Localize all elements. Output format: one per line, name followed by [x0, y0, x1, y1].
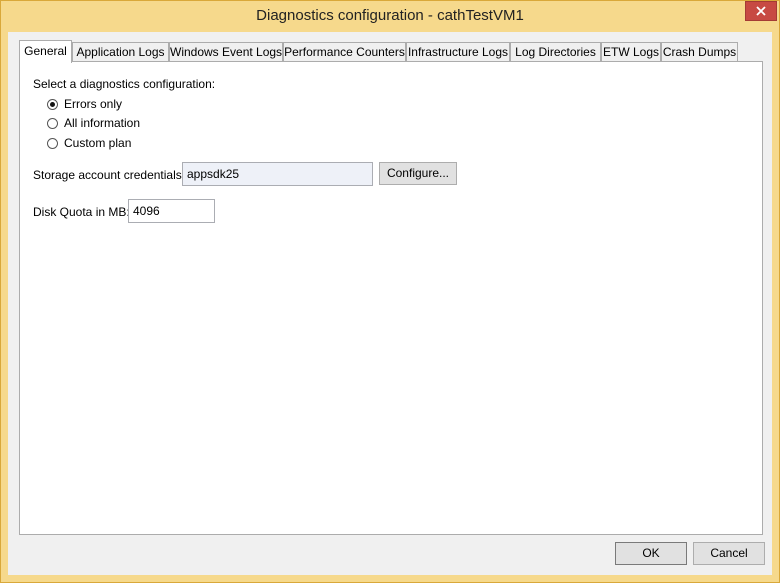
configure-button[interactable]: Configure...: [379, 162, 457, 185]
window-title: Diagnostics configuration - cathTestVM1: [256, 7, 524, 24]
dialog-client-area: General Application Logs Windows Event L…: [8, 32, 772, 575]
tab-infrastructure-logs[interactable]: Infrastructure Logs: [406, 42, 510, 62]
disk-quota-field[interactable]: 4096: [128, 199, 215, 223]
storage-credentials-label: Storage account credentials:: [33, 168, 186, 182]
tab-windows-event-logs[interactable]: Windows Event Logs: [169, 42, 283, 62]
close-button[interactable]: [745, 1, 777, 21]
radio-errors-only[interactable]: Errors only: [47, 96, 122, 112]
radio-button[interactable]: [47, 137, 58, 149]
radio-label-all-information: All information: [64, 116, 141, 130]
tab-application-logs[interactable]: Application Logs: [72, 42, 169, 62]
radio-custom-plan[interactable]: Custom plan: [47, 135, 131, 151]
dialog-window: Diagnostics configuration - cathTestVM1 …: [0, 0, 780, 583]
tab-etw-logs[interactable]: ETW Logs: [601, 42, 661, 62]
storage-account-field[interactable]: appsdk25: [182, 162, 373, 186]
diagnostics-config-label: Select a diagnostics configuration:: [33, 77, 216, 91]
tab-general[interactable]: General: [19, 40, 72, 63]
radio-button[interactable]: [47, 117, 58, 129]
tab-log-directories[interactable]: Log Directories: [510, 42, 601, 62]
title-bar[interactable]: Diagnostics configuration - cathTestVM1: [1, 1, 779, 32]
cancel-button[interactable]: Cancel: [693, 542, 765, 565]
general-tab-panel: Select a diagnostics configuration: Erro…: [19, 61, 763, 535]
disk-quota-label: Disk Quota in MB:: [33, 205, 130, 219]
close-icon: [756, 6, 766, 16]
radio-label-custom-plan: Custom plan: [64, 136, 132, 150]
ok-button[interactable]: OK: [615, 542, 687, 565]
tab-performance-counters[interactable]: Performance Counters: [283, 42, 406, 62]
radio-all-information[interactable]: All information: [47, 115, 140, 131]
radio-label-errors-only: Errors only: [64, 97, 123, 111]
radio-button-checked[interactable]: [47, 98, 58, 110]
tab-crash-dumps[interactable]: Crash Dumps: [661, 42, 738, 62]
